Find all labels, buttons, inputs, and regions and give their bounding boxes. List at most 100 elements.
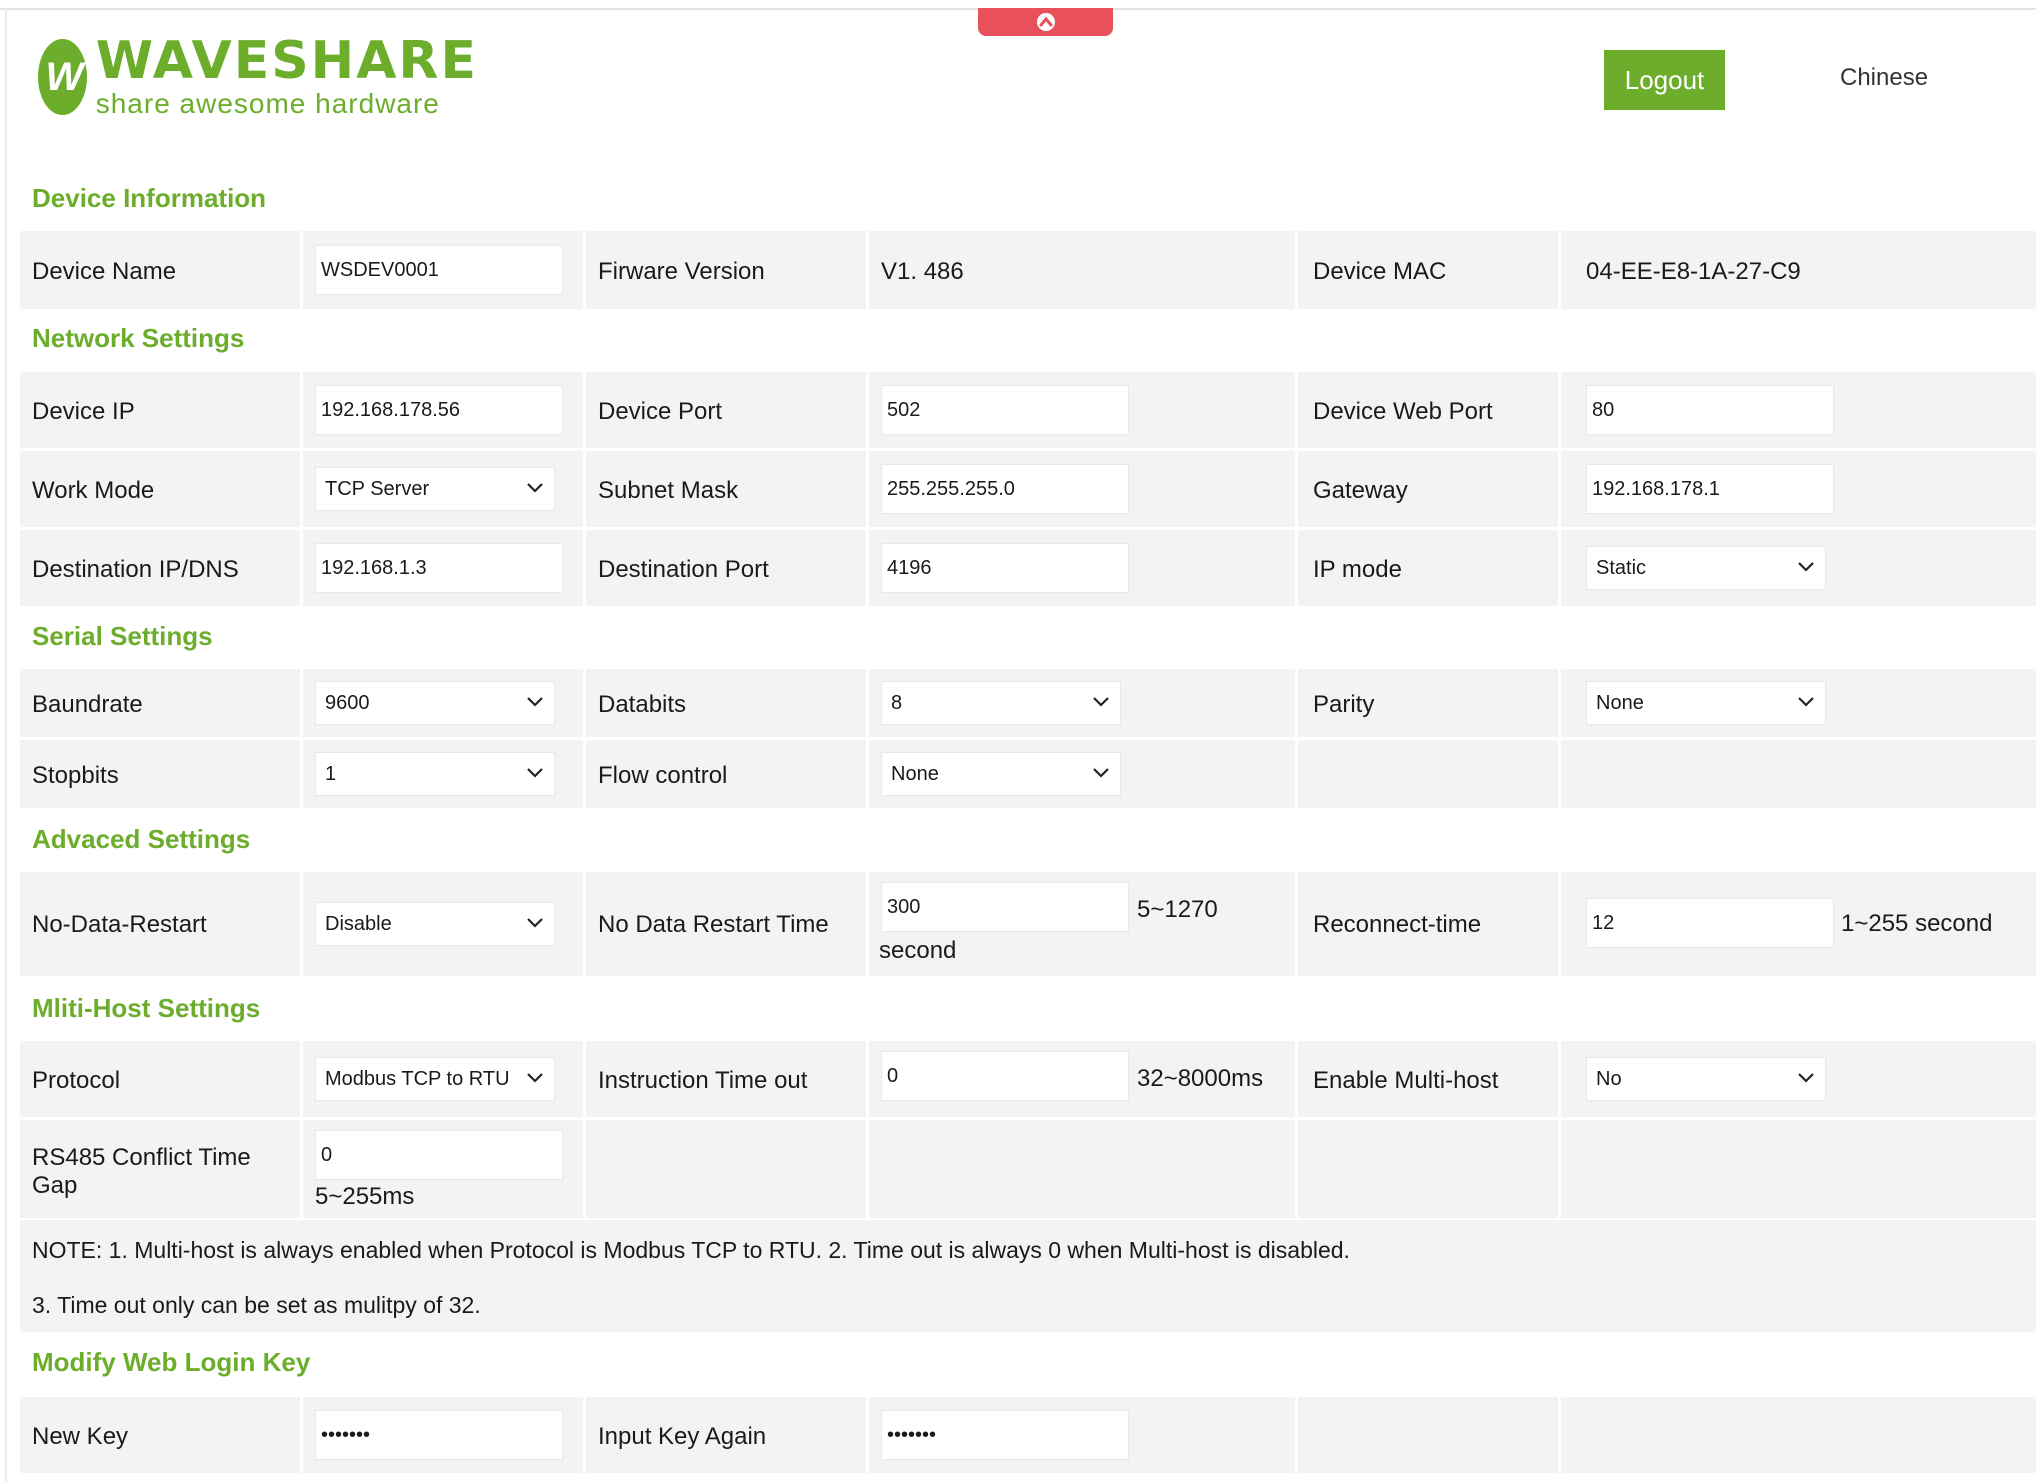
brand-name: WAVESHARE: [95, 31, 478, 91]
baudrate-label: Baundrate: [32, 691, 143, 718]
dest-ip-input[interactable]: [315, 543, 563, 593]
stopbits-value: 1: [325, 762, 337, 785]
chevron-down-icon: [1093, 768, 1109, 778]
mac-label: Device MAC: [1313, 258, 1447, 285]
section-title-multi-host: Mliti-Host Settings: [32, 993, 261, 1023]
device-port-input[interactable]: [881, 385, 1129, 435]
protocol-label: Protocol: [32, 1067, 121, 1094]
work-mode-value: TCP Server: [325, 477, 430, 500]
left-border: [5, 8, 7, 1482]
serial-row-2: Stopbits 1 Flow control None: [20, 740, 2036, 808]
dest-ip-label: Destination IP/DNS: [32, 556, 239, 583]
network-row-3: Destination IP/DNS Destination Port IP m…: [20, 530, 2036, 606]
device-ip-label: Device IP: [32, 398, 135, 425]
restart-time-input[interactable]: [881, 882, 1129, 932]
parity-label: Parity: [1313, 691, 1375, 718]
parity-value: None: [1596, 691, 1644, 714]
device-name-input[interactable]: [315, 245, 563, 295]
mac-value: 04-EE-E8-1A-27-C9: [1586, 258, 1801, 285]
waveshare-logo: W WAVESHARE share awesome hardware: [38, 34, 478, 120]
web-port-label: Device Web Port: [1313, 398, 1493, 425]
brand-slogan: share awesome hardware: [95, 88, 440, 119]
instr-timeout-label: Instruction Time out: [598, 1067, 808, 1094]
new-key-label: New Key: [32, 1423, 129, 1450]
no-data-restart-select[interactable]: Disable: [315, 902, 555, 946]
chevron-down-icon: [527, 918, 543, 928]
chevron-down-icon: [527, 1073, 543, 1083]
serial-row-1: Baundrate 9600 Databits 8 Parity None: [20, 669, 2036, 737]
language-link[interactable]: Chinese: [1840, 64, 1928, 92]
logo-text: WAVESHARE share awesome hardware: [96, 34, 478, 120]
gateway-label: Gateway: [1313, 477, 1408, 504]
chevron-down-icon: [527, 483, 543, 493]
advanced-row: No-Data-Restart Disable No Data Restart …: [20, 872, 2036, 976]
enable-multi-host-label: Enable Multi-host: [1313, 1067, 1499, 1094]
device-info-row: Device Name Firware Version V1. 486 Devi…: [20, 231, 2036, 309]
device-ip-input[interactable]: [315, 385, 563, 435]
restart-time-label: No Data Restart Time: [598, 911, 829, 938]
logo-mark-letter: W: [45, 54, 83, 99]
ip-mode-label: IP mode: [1313, 556, 1402, 583]
flow-control-select[interactable]: None: [881, 752, 1121, 796]
firmware-value: V1. 486: [881, 258, 964, 285]
new-key-input[interactable]: [315, 1410, 563, 1460]
scroll-top-button[interactable]: [978, 8, 1113, 36]
reconnect-input[interactable]: [1586, 898, 1834, 948]
ip-mode-select[interactable]: Static: [1586, 546, 1826, 590]
reconnect-range: 1~255 second: [1841, 910, 1993, 937]
chevron-up-icon: [1036, 13, 1055, 31]
restart-time-unit: second: [879, 937, 957, 964]
logout-button[interactable]: Logout: [1604, 50, 1725, 110]
baudrate-select[interactable]: 9600: [315, 681, 555, 725]
parity-select[interactable]: None: [1586, 681, 1826, 725]
reconnect-label: Reconnect-time: [1313, 911, 1482, 938]
logo-mark: W: [38, 39, 87, 115]
ip-mode-value: Static: [1596, 556, 1647, 579]
web-port-input[interactable]: [1586, 385, 1834, 435]
chevron-down-icon: [527, 768, 543, 778]
note-line-1: NOTE: 1. Multi-host is always enabled wh…: [32, 1237, 1350, 1263]
databits-value: 8: [891, 691, 903, 714]
no-data-restart-label: No-Data-Restart: [32, 911, 207, 938]
multi-host-row-1: Protocol Modbus TCP to RTU Instruction T…: [20, 1041, 2036, 1117]
work-mode-select[interactable]: TCP Server: [315, 467, 555, 511]
dest-port-input[interactable]: [881, 543, 1129, 593]
multi-host-row-2: RS485 Conflict Time Gap 5~255ms: [20, 1120, 2036, 1218]
stopbits-select[interactable]: 1: [315, 752, 555, 796]
network-row-1: Device IP Device Port Device Web Port: [20, 372, 2036, 448]
conflict-label-line2: Gap: [32, 1172, 78, 1199]
section-title-network: Network Settings: [32, 323, 245, 353]
subnet-label: Subnet Mask: [598, 477, 739, 504]
chevron-down-icon: [1093, 697, 1109, 707]
section-title-serial: Serial Settings: [32, 621, 213, 651]
network-row-2: Work Mode TCP Server Subnet Mask Gateway: [20, 451, 2036, 527]
flow-control-label: Flow control: [598, 762, 728, 789]
device-port-label: Device Port: [598, 398, 723, 425]
key-again-label: Input Key Again: [598, 1423, 767, 1450]
databits-select[interactable]: 8: [881, 681, 1121, 725]
dest-port-label: Destination Port: [598, 556, 769, 583]
instr-timeout-input[interactable]: [881, 1051, 1129, 1101]
conflict-label-line1: RS485 Conflict Time: [32, 1144, 251, 1171]
key-again-input[interactable]: [881, 1410, 1129, 1460]
device-name-label: Device Name: [32, 258, 177, 285]
gateway-input[interactable]: [1586, 464, 1834, 514]
firmware-label: Firware Version: [598, 258, 765, 285]
chevron-down-icon: [1798, 562, 1814, 572]
subnet-input[interactable]: [881, 464, 1129, 514]
work-mode-label: Work Mode: [32, 477, 155, 504]
note-line-2: 3. Time out only can be set as mulitpy o…: [32, 1292, 481, 1318]
conflict-input[interactable]: [315, 1130, 563, 1180]
section-title-login-key: Modify Web Login Key: [32, 1347, 311, 1377]
databits-label: Databits: [598, 691, 687, 718]
instr-timeout-range: 32~8000ms: [1137, 1065, 1264, 1092]
protocol-select[interactable]: Modbus TCP to RTU: [315, 1057, 555, 1101]
enable-multi-host-select[interactable]: No: [1586, 1057, 1826, 1101]
protocol-value: Modbus TCP to RTU: [325, 1067, 510, 1090]
chevron-down-icon: [1798, 1073, 1814, 1083]
chevron-down-icon: [1798, 697, 1814, 707]
no-data-restart-value: Disable: [325, 912, 392, 935]
chevron-down-icon: [527, 697, 543, 707]
conflict-range: 5~255ms: [315, 1183, 415, 1210]
restart-time-range: 5~1270: [1137, 896, 1218, 923]
